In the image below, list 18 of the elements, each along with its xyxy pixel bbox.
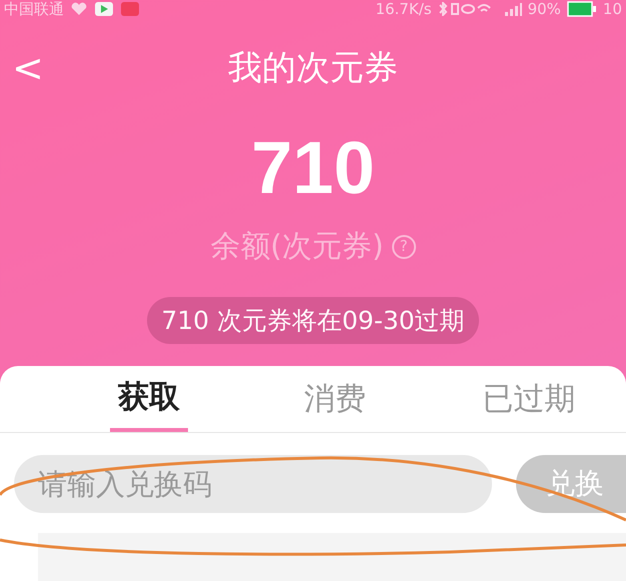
app-icon bbox=[120, 1, 140, 17]
expiry-notice: 710 次元券将在09-30过期 bbox=[147, 297, 479, 344]
clock-text: 10 bbox=[602, 0, 622, 18]
balance-amount: 710 bbox=[251, 125, 375, 211]
battery-icon bbox=[566, 1, 597, 17]
signal-icon bbox=[504, 2, 522, 16]
tab[interactable]: 获取 bbox=[110, 366, 188, 432]
back-button[interactable]: < bbox=[8, 46, 48, 90]
carrier-text: 中国联通 bbox=[4, 0, 64, 18]
help-icon[interactable]: ? bbox=[392, 234, 416, 258]
balance-label: 余额(次元券) bbox=[210, 228, 384, 266]
tab[interactable]: 消费 bbox=[238, 366, 432, 432]
app-icon bbox=[94, 1, 114, 17]
heart-icon bbox=[70, 2, 88, 16]
network-speed-text: 16.7K/s bbox=[375, 0, 432, 18]
tab[interactable]: 已过期 bbox=[432, 366, 626, 432]
battery-percent: 90% bbox=[528, 0, 561, 18]
page-title: 我的次元券 bbox=[228, 47, 398, 90]
